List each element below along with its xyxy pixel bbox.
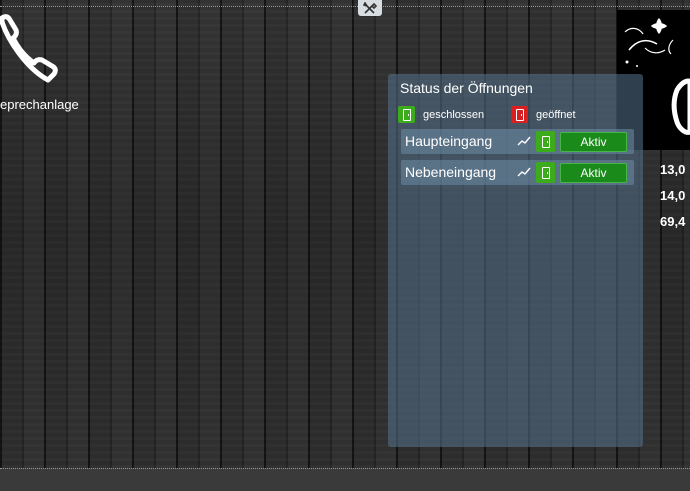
side-value: 14,0: [660, 188, 686, 203]
side-values: 13,0 14,0 69,4: [660, 157, 685, 235]
side-value: 69,4: [660, 214, 686, 229]
bottom-bar: [0, 468, 690, 491]
aktiv-button[interactable]: Aktiv: [560, 163, 627, 183]
door-open-icon: [511, 106, 528, 123]
trend-icon[interactable]: [517, 166, 531, 178]
intercom-tile[interactable]: [0, 10, 64, 95]
panel-title: Status der Öffnungen: [400, 80, 533, 96]
opening-row-haupteingang: Haupteingang Aktiv: [401, 129, 634, 154]
tools-button[interactable]: [358, 0, 382, 16]
top-edge: [0, 0, 690, 7]
legend-closed-label: geschlossen: [423, 108, 485, 121]
opening-label: Haupteingang: [405, 133, 493, 149]
legend-closed: geschlossen: [398, 106, 484, 123]
opening-label: Nebeneingang: [405, 164, 497, 180]
door-closed-icon: [398, 106, 415, 123]
door-closed-icon: [536, 131, 555, 152]
trend-icon[interactable]: [517, 135, 531, 147]
legend-open-label: geöffnet: [536, 108, 576, 121]
aktiv-button[interactable]: Aktiv: [560, 132, 627, 152]
legend-open: geöffnet: [511, 106, 576, 123]
intercom-label: eprechanlage: [0, 97, 79, 112]
door-closed-icon: [536, 162, 555, 183]
tools-icon: [363, 2, 377, 14]
phone-icon: [0, 14, 58, 83]
status-panel: Status der Öffnungen geschlossen geöffne…: [388, 74, 643, 447]
opening-row-nebeneingang: Nebeneingang Aktiv: [401, 160, 634, 185]
side-value: 13,0: [660, 162, 686, 177]
